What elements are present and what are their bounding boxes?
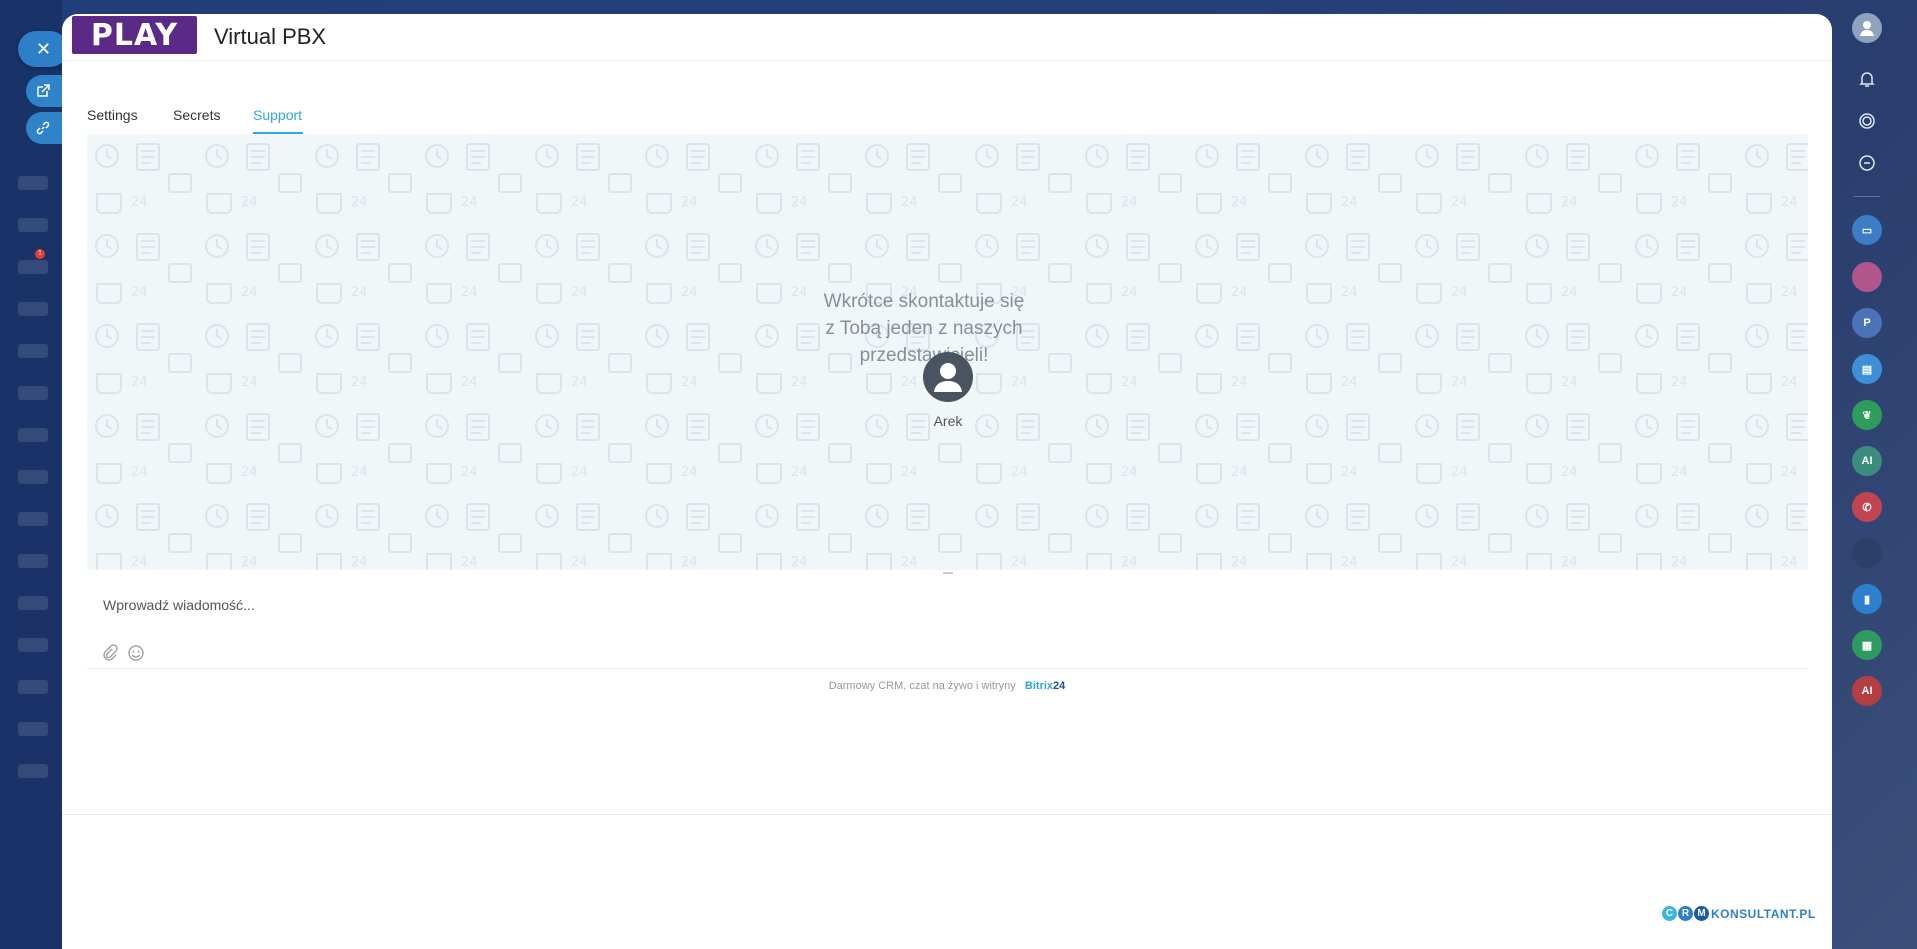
agent-name: Arek [933, 413, 963, 429]
welcome-line: przedstawicieli! [859, 345, 989, 366]
close-slider-button[interactable]: ✕ [18, 31, 68, 67]
bookmark-icon: ▮ [1863, 593, 1871, 606]
chat-avatar-ai[interactable]: AI [1852, 446, 1882, 476]
notes-button[interactable]: ▦ [1852, 630, 1882, 660]
bitrix24-link[interactable]: Bitrix24 [1025, 680, 1065, 692]
sidebar-divider [1854, 196, 1880, 197]
contact-card-button[interactable]: ▭ [1852, 215, 1882, 245]
chat-window: 24 Wkrótce skontaktuje się z Tobą jeden … [87, 134, 1808, 570]
bg-menu-item [18, 764, 48, 778]
openlines-button[interactable]: ❦ [1852, 400, 1882, 430]
notifications-button[interactable] [1852, 64, 1882, 94]
link-icon [36, 121, 50, 135]
search-chat-button[interactable] [1852, 148, 1882, 178]
paperclip-icon[interactable] [101, 644, 119, 662]
bg-menu-item [18, 218, 48, 232]
bg-menu-item [18, 302, 48, 316]
tab-support[interactable]: Support [253, 107, 302, 123]
app-header: PLAY Virtual PBX [62, 14, 1832, 61]
tab-bar: Settings Secrets Support [87, 92, 1808, 137]
chat-search-icon [1859, 155, 1875, 171]
bg-menu-item [18, 176, 48, 190]
right-sidebar [1836, 0, 1917, 949]
panel-divider [62, 814, 1832, 815]
bg-menu-item [18, 428, 48, 442]
crm-letter: R [1678, 906, 1693, 921]
footer-text: Darmowy CRM, czat na żywo i witryny [828, 680, 1016, 692]
user-icon [1860, 21, 1874, 36]
phone-icon: ✆ [1862, 501, 1872, 514]
bg-menu-item [18, 680, 48, 694]
id-card-icon: ▭ [1861, 224, 1873, 237]
crm-konsultant-logo: C R M KONSULTANT.PL [1662, 906, 1816, 921]
bg-menu-item [18, 470, 48, 484]
brand-number: 24 [1053, 680, 1066, 692]
emoji-icon[interactable] [127, 644, 145, 662]
play-logo: PLAY [72, 16, 197, 54]
bg-menu-item [18, 512, 48, 526]
crm-letter: C [1662, 906, 1677, 921]
leaf-icon: ❦ [1862, 409, 1872, 422]
page-title: Virtual PBX [214, 24, 327, 49]
copilot-button[interactable] [1852, 106, 1882, 136]
chat-icon: ▤ [1861, 363, 1873, 376]
bg-menu-item [18, 722, 48, 736]
bg-notification-badge: 1 [35, 249, 45, 259]
bg-menu-item [18, 596, 48, 610]
crm-letter: M [1694, 906, 1709, 921]
agent-avatar [923, 352, 973, 402]
external-link-icon [37, 84, 50, 97]
bell-icon [1859, 72, 1875, 87]
bg-menu-item [18, 260, 48, 274]
resize-handle[interactable] [943, 572, 953, 574]
message-input[interactable] [87, 580, 1808, 630]
chat-avatar[interactable] [1852, 262, 1882, 292]
message-toolbar [87, 638, 1808, 669]
welcome-message: Wkrótce skontaktuje się z Tobą jeden z n… [814, 288, 1034, 369]
welcome-line: z Tobą jeden z naszych [825, 318, 1023, 339]
notes-icon: ▦ [1861, 639, 1873, 652]
chat-avatar-p[interactable]: P [1852, 308, 1882, 338]
welcome-line: Wkrótce skontaktuje się [823, 291, 1025, 312]
telephony-button[interactable]: ✆ [1852, 492, 1882, 522]
bookmark-button[interactable]: ▮ [1852, 584, 1882, 614]
bg-menu-item [18, 554, 48, 568]
bg-menu-item [18, 344, 48, 358]
powered-by-footer: Darmowy CRM, czat na żywo i witryny Bitr… [62, 680, 1832, 692]
spiral-icon [1859, 113, 1875, 129]
bg-menu-item [18, 638, 48, 652]
tab-secrets[interactable]: Secrets [173, 107, 220, 123]
close-icon: ✕ [36, 38, 52, 59]
app-slider-panel: PLAY Virtual PBX Settings Secrets Suppor… [62, 14, 1832, 949]
brand-name: Bitrix [1024, 680, 1054, 692]
user-avatar[interactable] [1852, 13, 1882, 43]
chat-bubble-button[interactable]: ▤ [1852, 354, 1882, 384]
crm-logo-text: KONSULTANT.PL [1711, 906, 1816, 921]
chat-avatar-ai[interactable]: AI [1852, 676, 1882, 706]
tab-settings[interactable]: Settings [87, 107, 138, 123]
bg-menu-item [18, 386, 48, 400]
user-icon [934, 363, 962, 392]
chat-avatar[interactable] [1852, 538, 1882, 568]
